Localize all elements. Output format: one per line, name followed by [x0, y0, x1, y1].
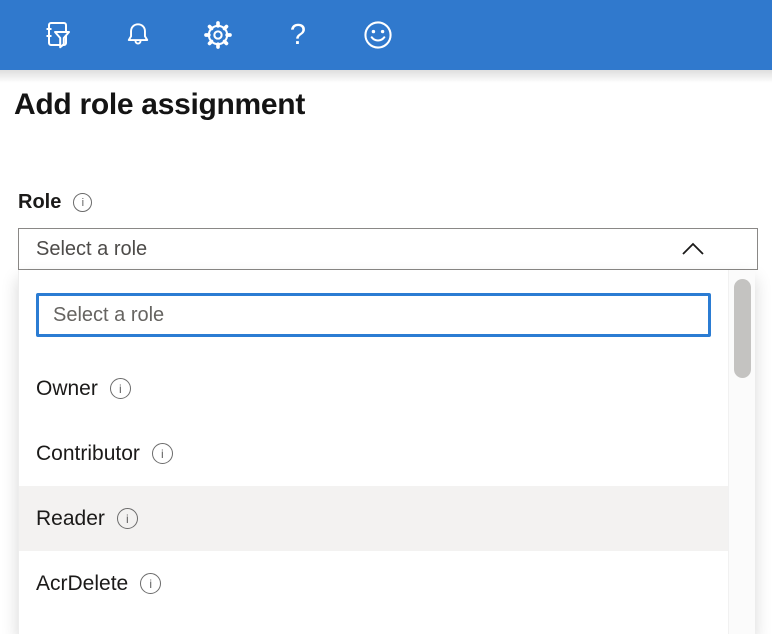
role-select-value: Select a role	[36, 238, 147, 261]
role-dropdown-panel: Owner i Contributor i Reader i AcrDelete	[18, 270, 755, 634]
option-label: Owner	[36, 377, 98, 401]
role-field-label-row: Role i	[18, 191, 92, 214]
info-glyph: i	[149, 577, 152, 591]
notifications-bell-icon[interactable]	[121, 18, 155, 52]
info-glyph: i	[82, 197, 84, 209]
role-option-contributor[interactable]: Contributor i	[19, 421, 729, 486]
subscription-filter-icon[interactable]	[41, 18, 75, 52]
settings-gear-icon[interactable]	[201, 18, 235, 52]
contributor-info-icon[interactable]: i	[152, 443, 173, 464]
role-label: Role	[18, 191, 61, 214]
role-select-control[interactable]: Select a role	[18, 228, 758, 270]
option-label: AcrDelete	[36, 572, 128, 596]
option-label: Reader	[36, 507, 105, 531]
role-search-input[interactable]	[36, 293, 711, 337]
owner-info-icon[interactable]: i	[110, 378, 131, 399]
role-option-reader[interactable]: Reader i	[19, 486, 729, 551]
role-options-list: Owner i Contributor i Reader i AcrDelete	[19, 356, 729, 616]
chevron-up-icon	[681, 241, 705, 257]
page-title: Add role assignment	[14, 88, 305, 122]
reader-info-icon[interactable]: i	[117, 508, 138, 529]
info-glyph: i	[126, 512, 129, 526]
role-info-icon[interactable]: i	[73, 193, 92, 212]
azure-portal-window: ? Add role assignment Role i Select a ro…	[0, 0, 772, 634]
feedback-smiley-icon[interactable]	[361, 18, 395, 52]
info-glyph: i	[161, 447, 164, 461]
dropdown-scrollbar-thumb[interactable]	[734, 279, 751, 378]
top-command-bar: ?	[0, 0, 772, 70]
question-glyph: ?	[290, 21, 306, 50]
info-glyph: i	[119, 382, 122, 396]
role-option-acrdelete[interactable]: AcrDelete i	[19, 551, 729, 616]
dropdown-scrollbar-track[interactable]	[728, 270, 755, 634]
help-question-icon[interactable]: ?	[281, 18, 315, 52]
option-label: Contributor	[36, 442, 140, 466]
role-option-owner[interactable]: Owner i	[19, 356, 729, 421]
acrdelete-info-icon[interactable]: i	[140, 573, 161, 594]
topbar-shadow	[0, 70, 772, 83]
